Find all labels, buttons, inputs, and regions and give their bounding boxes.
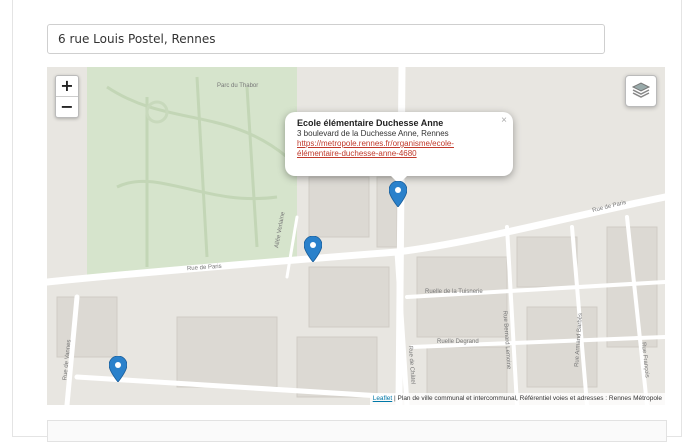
park-area <box>87 67 297 277</box>
label-ruelle-tuisnerie: Ruelle de la Tuisnerie <box>425 289 483 295</box>
popup-close-button[interactable]: × <box>501 115 507 126</box>
map-marker-icon[interactable] <box>304 236 322 262</box>
popup-link-line2[interactable]: élémentaire-duchesse-anne-4680 <box>297 149 503 159</box>
map-marker-icon[interactable] <box>389 181 407 207</box>
map-attribution: Leaflet | Plan de ville communal et inte… <box>369 393 665 405</box>
attribution-text: | Plan de ville communal et intercommuna… <box>392 395 662 402</box>
address-search-input[interactable] <box>47 24 605 54</box>
results-panel <box>47 420 667 442</box>
map-marker-icon[interactable] <box>109 356 127 382</box>
zoom-in-button[interactable]: + <box>56 76 78 97</box>
leaflet-link[interactable]: Leaflet <box>373 395 393 402</box>
label-ruelle-degrand: Ruelle Degrand <box>437 339 479 345</box>
zoom-out-button[interactable]: − <box>56 97 78 117</box>
popup-title: Ecole élémentaire Duchesse Anne <box>297 118 444 128</box>
layers-button[interactable] <box>625 75 657 107</box>
layers-icon <box>631 82 651 98</box>
school-popup: × Ecole élémentaire Duchesse Anne 3 boul… <box>285 112 513 184</box>
popup-address: 3 boulevard de la Duchesse Anne, Rennes <box>297 129 449 138</box>
zoom-control: + − <box>55 75 79 118</box>
map-view[interactable]: Parc du Thabor Rue de Paris Rue de Paris… <box>47 67 665 405</box>
label-parc-thabor: Parc du Thabor <box>217 83 259 89</box>
popup-link-line1[interactable]: https://metropole.rennes.fr/organisme/ec… <box>297 139 503 149</box>
